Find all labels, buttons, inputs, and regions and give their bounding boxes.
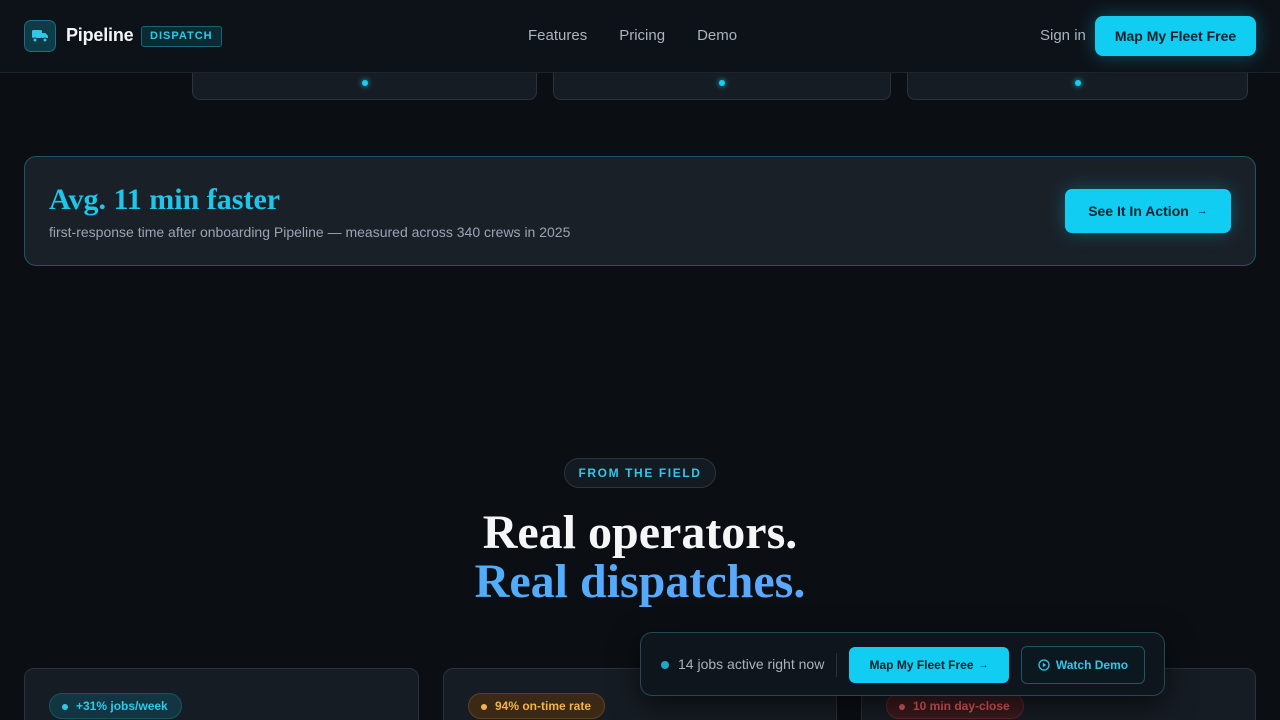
map-fleet-button[interactable]: Map My Fleet Free	[1095, 16, 1256, 56]
logo[interactable]	[24, 20, 56, 52]
nav-link-demo[interactable]: Demo	[697, 27, 737, 44]
active-jobs-status: 14 jobs active right now	[678, 656, 825, 672]
indicator-dot	[361, 80, 368, 86]
indicator-dot	[1074, 80, 1081, 86]
brand-tag: DISPATCH	[141, 26, 222, 47]
floating-cta-bar: 14 jobs active right now Map My Fleet Fr…	[640, 632, 1165, 696]
section-eyebrow: FROM THE FIELD	[564, 458, 716, 488]
button-label: Watch Demo	[1055, 658, 1129, 672]
arrow-right-icon: →	[1196, 205, 1208, 217]
floating-map-fleet-button[interactable]: Map My Fleet Free →	[849, 647, 1009, 683]
play-circle-icon	[1038, 659, 1050, 671]
metric-badge: 10 min day-close	[886, 693, 1024, 719]
button-label: Map My Fleet Free	[869, 658, 974, 672]
section-headline-line2: Real dispatches.	[0, 554, 1280, 609]
nav-links: Features Pricing Demo	[528, 27, 737, 44]
metric-badge: 94% on-time rate	[468, 693, 606, 719]
live-status-dot	[661, 661, 669, 669]
button-label: See It In Action	[1088, 203, 1189, 219]
see-it-in-action-button[interactable]: See It In Action →	[1065, 189, 1231, 233]
top-nav: Pipeline DISPATCH Features Pricing Demo …	[0, 0, 1280, 73]
nav-link-features[interactable]: Features	[528, 27, 587, 44]
brand-name[interactable]: Pipeline	[66, 25, 134, 46]
stat-banner: Avg. 11 min faster first-response time a…	[24, 156, 1256, 266]
metric-badge: +31% jobs/week	[49, 693, 182, 719]
banner-subtitle: first-response time after onboarding Pip…	[49, 224, 571, 240]
sign-in-link[interactable]: Sign in	[1040, 27, 1086, 44]
section-headline-line1: Real operators.	[482, 506, 798, 559]
truck-icon	[32, 30, 48, 43]
watch-demo-button[interactable]: Watch Demo	[1021, 646, 1145, 684]
nav-link-pricing[interactable]: Pricing	[619, 27, 665, 44]
banner-title: Avg. 11 min faster	[49, 183, 281, 216]
divider	[836, 653, 837, 677]
arrow-right-icon: →	[978, 659, 989, 671]
indicator-dot	[719, 80, 725, 86]
testimonial-card: +31% jobs/week	[24, 668, 419, 720]
